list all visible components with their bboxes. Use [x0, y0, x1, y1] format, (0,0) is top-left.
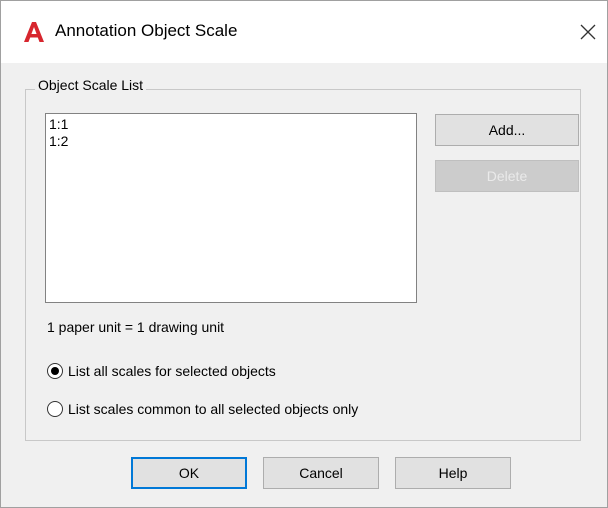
- radio-button[interactable]: [47, 401, 63, 417]
- list-item[interactable]: 1:2: [49, 133, 413, 150]
- close-icon: [580, 24, 596, 40]
- ok-button[interactable]: OK: [131, 457, 247, 489]
- radio-button-selected[interactable]: [47, 363, 63, 379]
- unit-ratio-text: 1 paper unit = 1 drawing unit: [47, 319, 225, 335]
- groupbox-label: Object Scale List: [35, 77, 147, 93]
- cancel-button[interactable]: Cancel: [263, 457, 379, 489]
- radio-list-all-scales[interactable]: List all scales for selected objects: [47, 363, 276, 379]
- scale-listbox[interactable]: 1:1 1:2: [45, 113, 417, 303]
- help-button[interactable]: Help: [395, 457, 511, 489]
- add-button[interactable]: Add...: [435, 114, 579, 146]
- close-button[interactable]: [575, 17, 601, 47]
- title-bar: Annotation Object Scale: [1, 1, 607, 63]
- delete-button: Delete: [435, 160, 579, 192]
- dialog-title: Annotation Object Scale: [55, 21, 238, 40]
- radio-list-common-scales[interactable]: List scales common to all selected objec…: [47, 401, 358, 417]
- list-item[interactable]: 1:1: [49, 116, 413, 133]
- autocad-a-icon: [24, 22, 44, 42]
- radio-list-all-label: List all scales for selected objects: [68, 363, 276, 379]
- annotation-object-scale-dialog: Annotation Object Scale Object Scale Lis…: [0, 0, 608, 508]
- radio-list-common-label: List scales common to all selected objec…: [68, 401, 359, 417]
